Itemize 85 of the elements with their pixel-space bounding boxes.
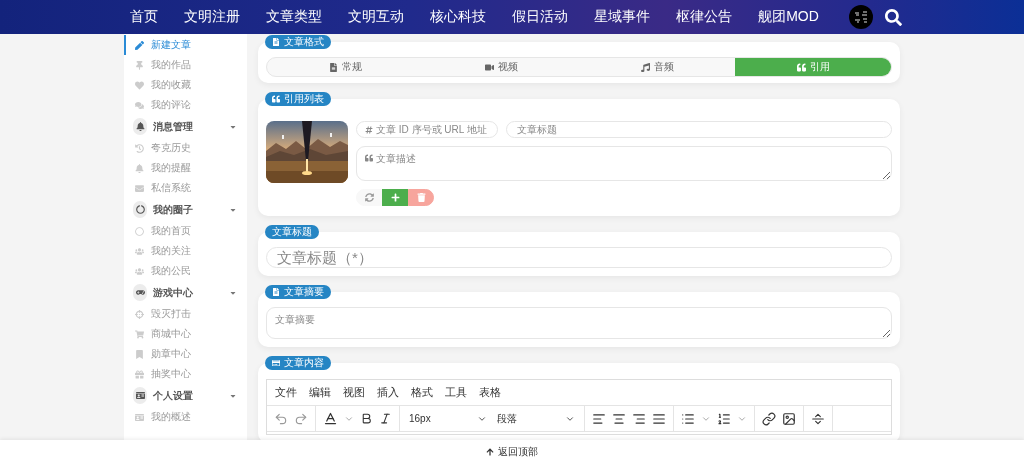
group-label: 消息管理 (153, 119, 193, 134)
bell-icon (135, 163, 144, 173)
section-badge: 文章格式 (265, 35, 331, 49)
nav-link[interactable]: 核心科技 (428, 8, 489, 26)
menu-item[interactable]: 工具 (445, 385, 467, 400)
nav-link[interactable]: 假日活动 (510, 8, 571, 26)
music-icon (640, 62, 650, 72)
menu-item[interactable]: 编辑 (309, 385, 331, 400)
sidebar-group-header[interactable]: 游戏中心 (124, 281, 247, 304)
bullet-list-icon[interactable] (681, 411, 695, 426)
quote-icon (796, 62, 806, 72)
menu-item[interactable]: 格式 (411, 385, 433, 400)
cart-icon (135, 329, 144, 339)
gamepad-icon (133, 284, 147, 301)
heart-icon (135, 80, 144, 90)
sidebar-item[interactable]: 新建文章 (124, 35, 247, 55)
format-tab[interactable]: 音频 (579, 58, 735, 76)
block-format-select[interactable]: 段落 (495, 411, 577, 426)
nav-link[interactable]: 首页 (128, 8, 161, 26)
menu-item[interactable]: 表格 (479, 385, 501, 400)
section-badge: 文章摘要 (265, 285, 331, 299)
avatar-icon[interactable] (848, 5, 873, 29)
format-tab[interactable]: 常规 (267, 58, 423, 76)
align-right-icon[interactable] (632, 411, 646, 426)
nav-link[interactable]: 舰团MOD (756, 8, 821, 26)
users-icon (135, 266, 144, 276)
align-left-icon[interactable] (592, 411, 606, 426)
bold-icon[interactable] (360, 412, 373, 425)
search-icon[interactable] (884, 8, 902, 26)
format-tab[interactable]: 视频 (423, 58, 579, 76)
trash-icon (416, 193, 426, 202)
undo-icon[interactable] (274, 411, 288, 426)
ring-icon (133, 201, 147, 218)
menu-item[interactable]: 视图 (343, 385, 365, 400)
text-color-icon[interactable] (323, 411, 338, 426)
add-button[interactable] (382, 189, 408, 206)
video-icon (484, 62, 494, 72)
nav-link[interactable]: 文明注册 (182, 8, 243, 26)
crosshair-icon (135, 309, 144, 319)
sidebar-group-header[interactable]: 消息管理 (124, 115, 247, 138)
section-badge: 文章标题 (265, 225, 319, 239)
plus-icon (390, 193, 400, 202)
sidebar-group-header[interactable]: 个人设置 (124, 384, 247, 407)
gift-icon (135, 369, 144, 379)
users-icon (135, 246, 144, 256)
pin-icon (135, 60, 144, 70)
description-field[interactable]: 文章描述 (356, 146, 892, 181)
redo-icon[interactable] (294, 411, 308, 426)
summary-field[interactable]: 文章摘要 (266, 307, 892, 339)
image-icon[interactable] (782, 411, 796, 426)
group-label: 个人设置 (153, 388, 193, 403)
quote-icon (365, 154, 373, 162)
group-label: 游戏中心 (153, 285, 193, 300)
id-card-icon (133, 387, 147, 404)
bookmark-icon (135, 349, 144, 359)
document-icon (328, 62, 338, 72)
nav-link[interactable]: 文章类型 (264, 8, 325, 26)
history-icon (135, 143, 144, 153)
italic-icon[interactable] (379, 412, 392, 425)
menu-item[interactable]: 文件 (275, 385, 297, 400)
refresh-icon (364, 193, 374, 202)
group-label: 我的圈子 (153, 202, 193, 217)
title-input[interactable]: 文章标题（*） (266, 247, 892, 268)
comments-icon (135, 100, 144, 110)
section-badge: 文章内容 (265, 356, 331, 370)
align-justify-icon[interactable] (652, 411, 666, 426)
nav-link[interactable]: 文明互动 (346, 8, 407, 26)
pen-icon (135, 40, 144, 50)
menu-item[interactable]: 插入 (377, 385, 399, 400)
arrow-up-icon (486, 448, 494, 456)
sidebar-group-header[interactable]: 我的圈子 (124, 198, 247, 221)
align-center-icon[interactable] (612, 411, 626, 426)
section-badge: 引用列表 (265, 92, 331, 106)
id-card-icon (135, 412, 144, 422)
numbered-list-icon[interactable] (717, 411, 731, 426)
font-size-select[interactable]: 16px (407, 413, 489, 424)
title-field[interactable]: 文章标题 (506, 121, 892, 138)
envelope-icon (135, 183, 144, 193)
link-icon[interactable] (762, 411, 776, 426)
nav-link[interactable]: 星域事件 (592, 8, 653, 26)
nav-link[interactable]: 枢律公告 (674, 8, 735, 26)
back-to-top-link[interactable]: 返回顶部 (486, 445, 538, 459)
hash-icon (365, 125, 373, 134)
bell-icon (133, 118, 147, 135)
page-break-icon[interactable] (811, 411, 825, 426)
